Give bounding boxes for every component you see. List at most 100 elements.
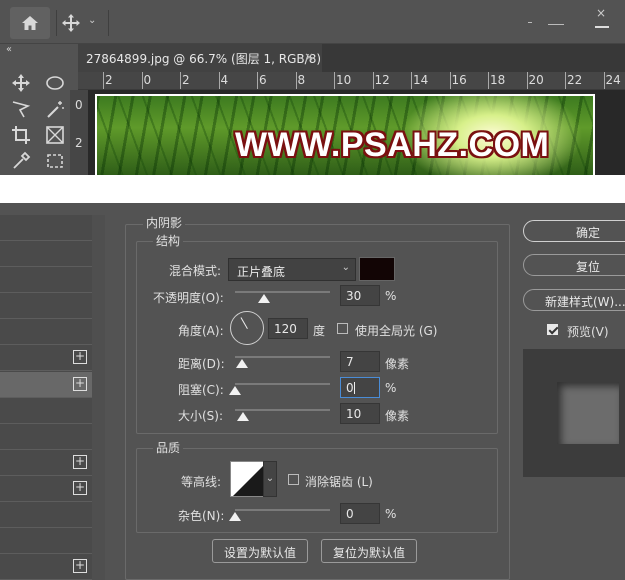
choke-unit: % [385,381,397,395]
style-row[interactable] [0,528,92,554]
style-row[interactable] [0,398,92,424]
styles-scrollbar[interactable] [92,215,105,580]
reset-button[interactable]: 复位 [523,254,625,276]
ruler-label: 18 [490,73,506,87]
panel-handle-icon [548,24,564,25]
style-row[interactable] [0,241,92,267]
style-row-selected[interactable]: + [0,372,92,398]
style-row[interactable]: + [0,450,92,476]
choke-input[interactable]: 0 [340,377,380,398]
lasso-tool[interactable] [44,72,66,94]
add-icon[interactable]: + [73,377,87,391]
move-tool[interactable] [10,72,32,94]
angle-needle [240,317,248,329]
opacity-slider[interactable] [235,291,330,293]
horizontal-ruler[interactable]: 202468101214161820222426 [78,72,625,90]
blend-mode-select[interactable]: 正片叠底 ⌄ [228,258,356,281]
object-select-tool[interactable] [44,150,66,172]
opacity-slider-thumb[interactable] [257,294,270,303]
size-slider[interactable] [235,409,330,411]
divider [56,10,57,36]
contour-dropdown[interactable]: ⌄ [263,461,277,497]
polygon-lasso-tool[interactable] [10,98,32,120]
distance-slider[interactable] [235,356,330,358]
close-icon[interactable]: × [596,6,606,20]
move-icon [12,74,30,92]
bamboo-photo[interactable]: WWW.PSAHZ.COM [95,94,595,175]
ok-button[interactable]: 确定 [523,220,625,242]
noise-slider[interactable] [235,509,330,511]
style-row[interactable] [0,267,92,293]
ruler-label: 10 [336,73,352,87]
make-default-button[interactable]: 设置为默认值 [212,539,308,563]
reset-to-default-button[interactable]: 复位为默认值 [321,539,417,563]
add-icon[interactable]: + [73,455,87,469]
watermark-text: WWW.PSAHZ.COM [235,126,550,164]
noise-slider-thumb[interactable] [229,512,241,521]
vertical-ruler[interactable]: 0 2 [70,90,88,175]
add-icon[interactable]: + [73,481,87,495]
magic-wand-tool[interactable] [44,98,66,120]
home-button[interactable] [10,7,50,39]
antialias-checkbox[interactable] [288,474,299,485]
angle-dial[interactable] [230,311,264,345]
frame-icon [46,126,64,144]
style-row[interactable] [0,319,92,345]
angle-input[interactable]: 120 [268,318,308,339]
style-row[interactable] [0,502,92,528]
quality-legend: 品质 [153,439,184,456]
angle-label: 角度(A): [178,324,224,338]
style-row[interactable]: + [0,554,92,580]
collapse-icon[interactable]: ‹‹ [6,44,12,55]
add-icon[interactable]: + [73,559,87,573]
chevron-down-icon: ⌄ [265,473,275,484]
size-input[interactable]: 10 [340,403,380,424]
style-row[interactable] [0,293,92,319]
global-light-checkbox[interactable] [337,323,348,334]
object-select-icon [47,154,63,168]
distance-slider-thumb[interactable] [235,359,248,368]
size-slider-thumb[interactable] [236,412,249,421]
new-style-button[interactable]: 新建样式(W)... [523,289,625,311]
noise-input[interactable]: 0 [340,503,380,524]
choke-slider[interactable] [235,383,330,385]
ruler-label: 0 [143,73,152,87]
close-icon[interactable]: × [304,50,314,64]
style-row[interactable] [0,424,92,450]
layer-style-dialog: + + + + + 内阴影 结构 混合模式: 正片叠底 ⌄ 不透明度(O): 3… [0,203,625,580]
opacity-unit: % [385,289,397,303]
contour-picker[interactable] [230,461,266,497]
move-tool-preset[interactable]: ⌄ [58,10,104,36]
crop-tool[interactable] [10,124,32,146]
opacity-input[interactable]: 30 [340,285,380,306]
eyedropper-tool[interactable] [10,150,32,172]
add-icon[interactable]: + [73,350,87,364]
ruler-label: 8 [297,73,306,87]
ruler-tick [295,72,297,89]
chevron-down-icon[interactable]: ⌄ [88,15,96,26]
chevron-down-icon: ⌄ [341,262,350,273]
ruler-tick [103,72,104,89]
style-row[interactable]: + [0,476,92,502]
distance-label: 距离(D): [178,357,225,371]
ruler-tick [526,72,528,89]
choke-slider-thumb[interactable] [229,386,241,395]
frame-tool[interactable] [44,124,66,146]
style-row[interactable] [0,215,92,241]
ruler-label: 14 [413,73,429,87]
ruler-label: 0 [75,98,83,112]
blend-mode-label: 混合模式: [169,264,222,278]
distance-input[interactable]: 7 [340,351,380,372]
minimize-icon[interactable] [595,26,609,28]
style-row[interactable]: + [0,345,92,371]
ruler-tick [257,72,258,89]
preview-checkbox[interactable] [547,324,558,335]
preview-label: 预览(V) [567,325,609,339]
options-bar: ⌄ × [0,0,625,44]
crop-icon [12,126,30,144]
noise-unit: % [385,507,397,521]
shadow-color-swatch[interactable] [359,257,395,281]
document-tab[interactable]: 27864899.jpg @ 66.7% (图层 1, RGB/8) * × [78,44,331,72]
ruler-tick [603,72,605,89]
ruler-tick [565,72,566,89]
